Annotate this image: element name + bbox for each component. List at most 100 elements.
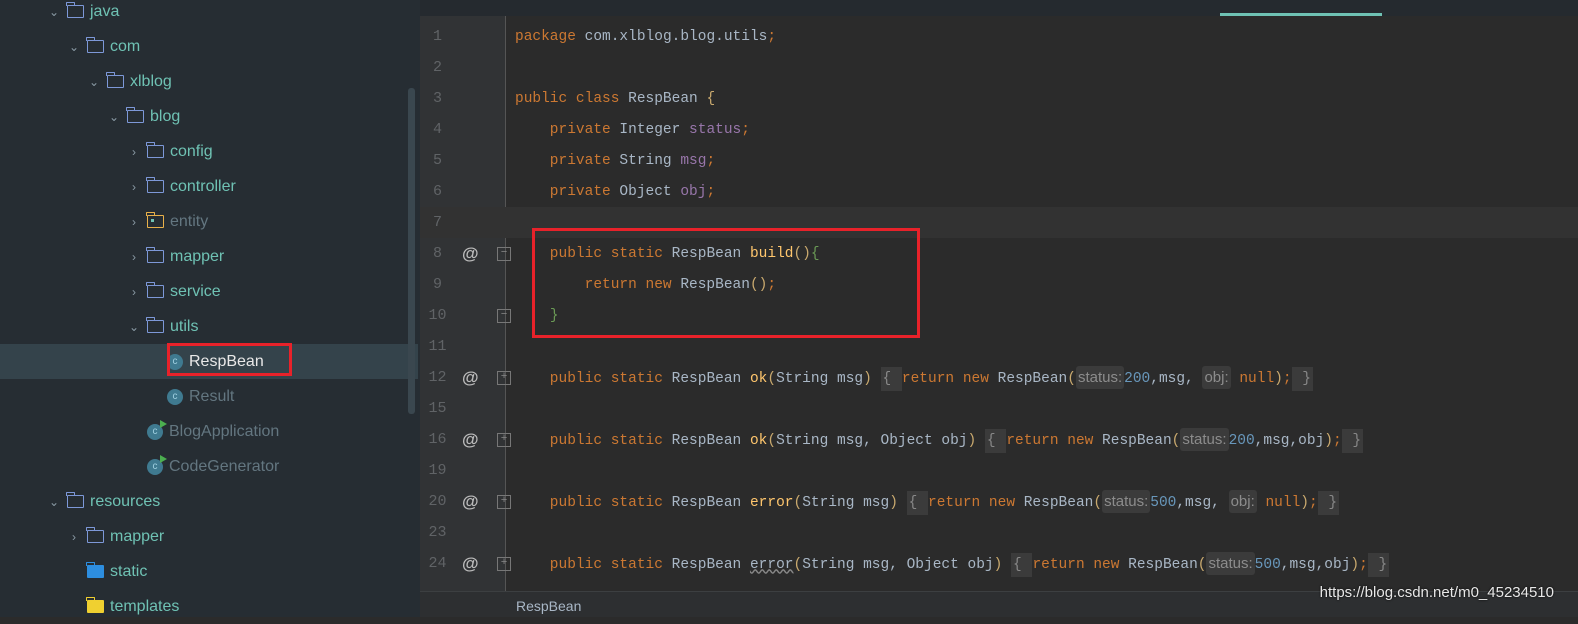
tree-item-xlblog[interactable]: ⌄ xlblog — [0, 64, 418, 99]
folder-icon — [86, 37, 104, 53]
tree-item-utils[interactable]: ⌄ utils — [0, 309, 418, 344]
tree-item-codegenerator[interactable]: c CodeGenerator — [0, 449, 418, 484]
code-token: public static — [515, 432, 672, 449]
chevron-down-icon[interactable]: ⌄ — [47, 495, 61, 509]
tree-item-label: blog — [150, 107, 181, 125]
tree-item-com[interactable]: ⌄ com — [0, 29, 418, 64]
folded-region[interactable]: { — [1011, 552, 1033, 577]
code-token: private — [515, 121, 620, 138]
code-token: RespBean — [671, 556, 750, 573]
collapse-icon[interactable]: − — [497, 308, 511, 323]
tree-item-resources[interactable]: ⌄ resources — [0, 484, 418, 519]
code-token: return new — [1006, 432, 1103, 449]
chevron-down-icon[interactable]: ⌄ — [127, 320, 141, 334]
tree-item-entity[interactable]: › entity — [0, 204, 418, 239]
code-line[interactable]: 16 @ + public static RespBean ok(String ms… — [420, 424, 1578, 455]
line-number: 6 — [432, 183, 442, 200]
folder-icon — [66, 2, 84, 18]
chevron-right-icon[interactable]: › — [67, 530, 81, 544]
tree-item-label: templates — [110, 597, 180, 615]
code-line[interactable]: 3 public class RespBean { — [420, 83, 1578, 114]
tree-item-templates[interactable]: templates — [0, 589, 418, 624]
folded-region[interactable]: { — [880, 366, 902, 391]
folded-region[interactable]: } — [1367, 552, 1390, 577]
code-line[interactable]: 12 @ + public static RespBean ok(String ms… — [420, 362, 1578, 393]
override-marker-icon[interactable]: @ — [462, 492, 479, 512]
tree-item-service[interactable]: › service — [0, 274, 418, 309]
folder-icon — [126, 107, 144, 123]
tree-item-config[interactable]: › config — [0, 134, 418, 169]
code-token: ( — [1093, 494, 1103, 511]
sidebar-scrollbar[interactable] — [408, 88, 415, 414]
chevron-right-icon[interactable]: › — [127, 145, 141, 159]
folder-icon — [66, 492, 84, 508]
code-line[interactable]: 15 — [420, 393, 1578, 424]
editor-tabs — [420, 0, 1578, 16]
tree-item-mapper[interactable]: › mapper — [0, 239, 418, 274]
code-token: ,msg, — [1176, 494, 1229, 511]
line-number: 23 — [428, 524, 447, 541]
folded-region[interactable]: } — [1341, 428, 1364, 453]
code-token: RespBean — [671, 370, 750, 387]
code-token: 200 — [1124, 370, 1151, 387]
expand-icon[interactable]: + — [497, 556, 511, 571]
tree-item-mapper[interactable]: › mapper — [0, 519, 418, 554]
code-line[interactable]: 20 @ + public static RespBean error(String… — [420, 486, 1578, 517]
chevron-right-icon[interactable]: › — [127, 180, 141, 194]
code-line[interactable]: 24 @ + public static RespBean error(String… — [420, 548, 1578, 579]
folder-icon — [146, 247, 164, 263]
chevron-down-icon[interactable]: ⌄ — [47, 5, 61, 19]
expand-icon[interactable]: + — [497, 494, 511, 509]
code-token: 500 — [1150, 494, 1177, 511]
code-token: 500 — [1254, 556, 1281, 573]
code-line[interactable]: 5 private String msg; — [420, 145, 1578, 176]
folded-region[interactable]: } — [1291, 366, 1313, 391]
expand-icon[interactable]: + — [497, 370, 511, 385]
code-token: ; — [1359, 556, 1368, 573]
code-token: String msg — [802, 494, 890, 511]
tree-item-static[interactable]: static — [0, 554, 418, 589]
folded-region[interactable]: } — [1317, 490, 1340, 515]
code-token: com.xlblog.blog.utils — [584, 28, 768, 45]
line-number: 1 — [432, 28, 442, 45]
tree-item-blog[interactable]: ⌄ blog — [0, 99, 418, 134]
code-line[interactable]: 19 — [420, 455, 1578, 486]
code-token: return new — [928, 494, 1024, 511]
chevron-right-icon[interactable]: › — [127, 285, 141, 299]
code-token: return new — [1032, 556, 1129, 573]
breadcrumb[interactable]: RespBean — [516, 598, 581, 614]
line-number: 15 — [428, 400, 447, 417]
code-token: public class — [515, 90, 629, 107]
code-line[interactable]: 2 — [420, 52, 1578, 83]
override-marker-icon[interactable]: @ — [462, 368, 479, 388]
chevron-right-icon[interactable]: › — [127, 250, 141, 264]
tree-item-label: config — [170, 142, 213, 160]
code-token: ) — [1324, 432, 1333, 449]
tree-item-controller[interactable]: › controller — [0, 169, 418, 204]
project-tree: ⌄ java ⌄ com ⌄ xlblog ⌄ blog › config › controller ›… — [0, 0, 420, 617]
code-line[interactable]: 23 — [420, 517, 1578, 548]
override-marker-icon[interactable]: @ — [462, 430, 479, 450]
chevron-right-icon[interactable]: › — [127, 215, 141, 229]
line-number: 19 — [428, 462, 447, 479]
folded-region[interactable]: { — [906, 490, 929, 515]
code-line[interactable]: 6 private Object obj; — [420, 176, 1578, 207]
chevron-down-icon[interactable]: ⌄ — [67, 40, 81, 54]
tree-item-java[interactable]: ⌄ java — [0, 0, 418, 29]
package-folder-icon — [146, 212, 164, 228]
folded-region[interactable]: { — [984, 428, 1007, 453]
code-token: Integer — [619, 121, 690, 138]
code-token: ; — [1282, 370, 1292, 387]
override-marker-icon[interactable]: @ — [462, 244, 479, 264]
folder-icon — [146, 317, 164, 333]
override-marker-icon[interactable]: @ — [462, 554, 479, 574]
collapse-icon[interactable]: − — [497, 246, 511, 261]
code-line[interactable]: 1 package com.xlblog.blog.utils; — [420, 21, 1578, 52]
tree-item-result[interactable]: c Result — [0, 379, 418, 414]
code-token: package — [515, 28, 585, 45]
chevron-down-icon[interactable]: ⌄ — [87, 75, 101, 89]
chevron-down-icon[interactable]: ⌄ — [107, 110, 121, 124]
code-line[interactable]: 4 private Integer status; — [420, 114, 1578, 145]
tree-item-blogapplication[interactable]: c BlogApplication — [0, 414, 418, 449]
expand-icon[interactable]: + — [497, 432, 511, 447]
